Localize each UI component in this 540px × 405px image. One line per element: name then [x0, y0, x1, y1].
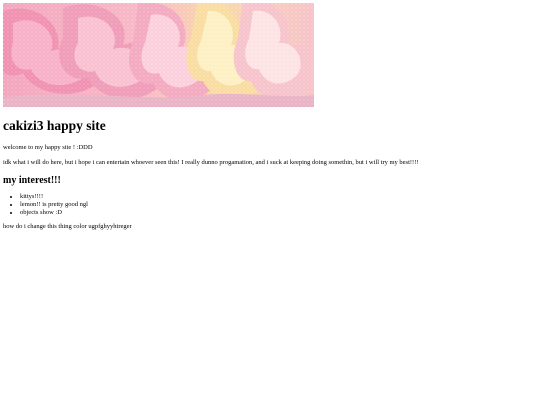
question-text: how do i change this thing color ugpfghy… — [3, 223, 132, 230]
list-item: kittys!!!! — [20, 193, 537, 201]
welcome-text: welcome to my happy site ! :DDD — [3, 144, 93, 151]
page-content: cakizi3 happy site welcome to my happy s… — [3, 3, 537, 231]
banner-image — [3, 3, 314, 107]
site-title: cakizi3 happy site — [3, 118, 106, 133]
interests-list: kittys!!!! lemon!! is pretty good ngl ob… — [3, 193, 537, 217]
intro-text: idk what i will do here, but i hope i ca… — [3, 159, 419, 166]
list-item: lemon!! is pretty good ngl — [20, 201, 537, 209]
candy-banner-icon — [3, 3, 314, 107]
interests-heading: my interest!!! — [3, 175, 61, 186]
list-item: objects show :D — [20, 209, 537, 217]
